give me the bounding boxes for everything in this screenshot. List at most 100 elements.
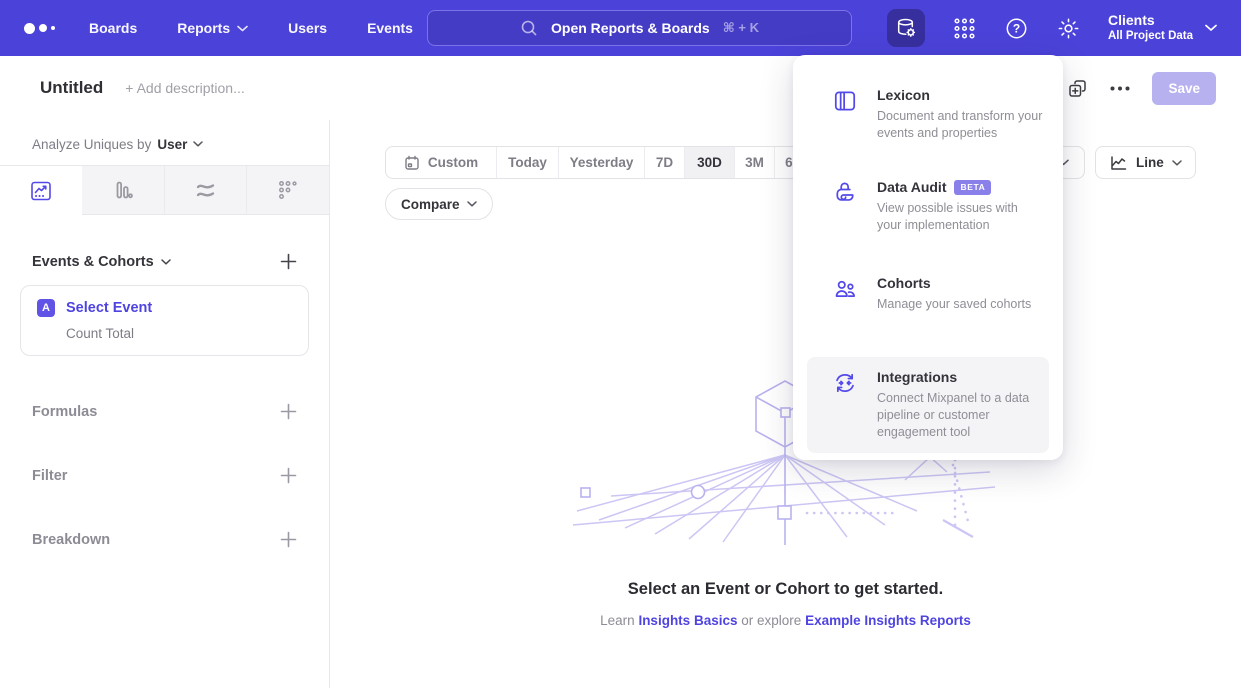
chevron-down-icon [467,201,477,207]
menu-item-title: Integrations [877,369,957,385]
nav-reports[interactable]: Reports [177,20,248,36]
add-filter-button[interactable] [280,467,297,484]
menu-item-integrations[interactable]: Integrations Connect Mixpanel to a data … [807,357,1049,453]
nav-users-label: Users [288,20,327,36]
formulas-label: Formulas [32,404,97,420]
breakdown-section: Breakdown [0,531,329,548]
global-search-input[interactable]: Open Reports & Boards ⌘ + K [427,10,852,46]
range-7d[interactable]: 7D [644,147,684,178]
duplicate-plus-icon [1067,78,1088,99]
nav-events-label: Events [367,20,413,36]
learn-text: Learn [600,613,635,628]
add-description-field[interactable]: + Add description... [125,80,244,96]
nav-users[interactable]: Users [288,20,327,36]
search-placeholder: Open Reports & Boards [551,20,710,36]
menu-item-description: Manage your saved cohorts [877,296,1031,313]
add-breakdown-button[interactable] [280,531,297,548]
integrations-sync-icon [832,370,858,396]
beta-badge: BETA [954,180,991,195]
breakdown-label: Breakdown [32,532,110,548]
toolbar-actions: Save [1067,72,1216,105]
tab-metrics[interactable] [246,166,329,215]
chevron-down-icon [161,259,171,265]
chart-type-dropdown[interactable]: Line [1095,146,1196,179]
analyze-value-dropdown[interactable]: User [157,137,203,152]
plus-icon [280,403,297,420]
menu-item-data-audit[interactable]: Data Audit BETA View possible issues wit… [793,179,1063,234]
data-management-button[interactable] [887,9,925,47]
ellipsis-icon [1110,86,1130,91]
nav-boards[interactable]: Boards [89,20,137,36]
chevron-down-icon [193,141,203,147]
plus-icon [280,531,297,548]
apps-grid-button[interactable] [952,16,977,41]
gear-icon [1056,16,1081,41]
mixpanel-app: Boards Reports Users Events Open Reports… [0,0,1241,688]
project-selector[interactable]: Clients All Project Data [1108,12,1217,44]
navbar-right-cluster: ? Clients All Project Data [887,9,1217,47]
analyze-label: Analyze Uniques by [32,137,151,152]
mixpanel-logo-icon[interactable] [24,23,55,34]
tab-stacked-chart[interactable] [164,166,247,215]
events-cohorts-header: Events & Cohorts [32,253,297,270]
filter-label: Filter [32,468,67,484]
select-event-label[interactable]: Select Event [66,300,152,316]
add-event-button[interactable] [280,253,297,270]
event-series-badge: A [37,299,55,317]
top-navbar: Boards Reports Users Events Open Reports… [0,0,1241,56]
chevron-down-icon [237,25,248,32]
menu-item-cohorts[interactable]: Cohorts Manage your saved cohorts [793,275,1063,313]
menu-item-lexicon[interactable]: Lexicon Document and transform your even… [793,87,1063,142]
range-yesterday-label: Yesterday [570,155,634,170]
empty-state-subtitle: Learn Insights Basics or explore Example… [330,613,1241,628]
query-builder-sidebar: Analyze Uniques by User [0,120,330,688]
compare-label: Compare [401,197,460,212]
events-cohorts-dropdown[interactable]: Events & Cohorts [32,254,171,270]
duplicate-report-button[interactable] [1067,78,1088,99]
database-gear-icon [894,16,918,40]
empty-state-title: Select an Event or Cohort to get started… [330,580,1241,599]
menu-item-description: Document and transform your events and p… [877,108,1043,142]
calendar-icon [404,155,420,171]
tab-bar-chart[interactable] [82,166,164,215]
help-icon: ? [1004,16,1029,41]
range-yesterday[interactable]: Yesterday [558,147,644,178]
menu-item-title: Lexicon [877,87,930,103]
range-today[interactable]: Today [496,147,558,178]
search-shortcut: ⌘ + K [723,20,759,36]
save-button[interactable]: Save [1152,72,1216,105]
count-total-dropdown[interactable]: Count Total [66,326,292,341]
compare-dropdown[interactable]: Compare [385,188,493,220]
nav-reports-label: Reports [177,20,230,36]
range-30d-label: 30D [697,155,722,170]
project-scope: All Project Data [1108,29,1193,44]
tab-line-chart[interactable] [0,166,82,215]
range-3m-label: 3M [745,155,764,170]
stacked-area-icon [193,178,218,203]
analyze-value-label: User [157,137,187,152]
chevron-down-icon [1205,24,1217,32]
data-management-menu: Lexicon Document and transform your even… [793,55,1063,460]
range-30d-selected[interactable]: 30D [684,147,734,178]
formulas-section: Formulas [0,403,329,420]
plus-icon [280,467,297,484]
line-chart-icon [29,179,53,203]
event-selector-card[interactable]: A Select Event Count Total [20,285,309,356]
insights-basics-link[interactable]: Insights Basics [638,613,737,628]
help-button[interactable]: ? [1004,16,1029,41]
range-3m[interactable]: 3M [734,147,774,178]
settings-button[interactable] [1056,16,1081,41]
or-explore-text: or explore [741,613,801,628]
report-title[interactable]: Untitled [40,78,103,98]
data-audit-icon [832,180,858,206]
dots-grid-icon [276,178,300,202]
nav-events[interactable]: Events [367,20,413,36]
example-insights-reports-link[interactable]: Example Insights Reports [805,613,971,628]
range-custom[interactable]: Custom [386,147,496,178]
add-formula-button[interactable] [280,403,297,420]
events-cohorts-label: Events & Cohorts [32,254,154,270]
empty-state: Select an Event or Cohort to get started… [330,580,1241,628]
more-options-button[interactable] [1110,86,1130,91]
chevron-down-icon [1172,160,1182,166]
menu-item-title: Data Audit [877,179,946,195]
